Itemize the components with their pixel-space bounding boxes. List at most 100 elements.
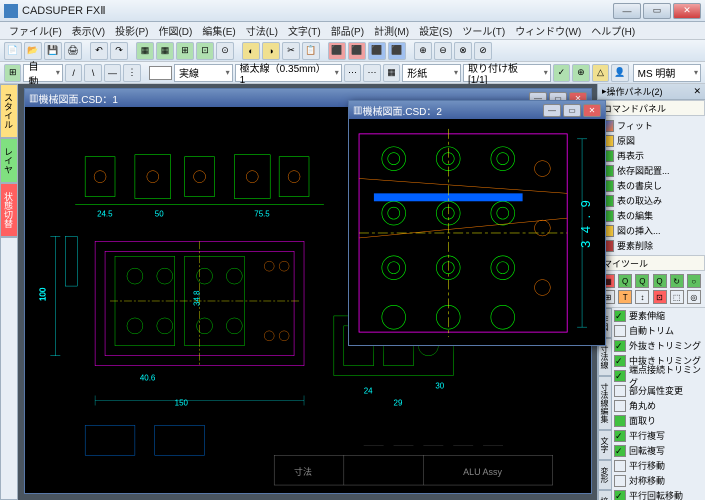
tool-chamfer[interactable]: 面取り [612, 413, 705, 428]
tool-icon[interactable]: ⊡ [196, 42, 214, 60]
cmd-fit[interactable]: フィット [600, 118, 703, 133]
tool-icon[interactable]: ◑ [262, 42, 280, 60]
close-button[interactable]: ✕ [673, 3, 701, 19]
tool-fillet[interactable]: 角丸め [612, 398, 705, 413]
dash-icon[interactable]: ⋯ [344, 64, 361, 82]
tool-rotcopy[interactable]: ✓回転複写 [612, 443, 705, 458]
tool-icon[interactable]: 📋 [302, 42, 320, 60]
grid-tool[interactable]: ⬚ [670, 290, 684, 304]
doc-close-button[interactable]: ✕ [583, 104, 601, 117]
cad-viewport-2[interactable]: 3 4 . 9 [349, 119, 605, 345]
tool-icon[interactable]: — [104, 64, 121, 82]
cmd-original[interactable]: 原図 [600, 133, 703, 148]
grid-tool[interactable]: ○ [687, 274, 701, 288]
tool-icon[interactable]: ⊗ [454, 42, 472, 60]
tool-icon[interactable]: ⋮ [123, 64, 140, 82]
new-icon[interactable]: 📄 [4, 42, 22, 60]
tool-icon[interactable]: ⊕ [414, 42, 432, 60]
sidetab-other[interactable] [0, 237, 18, 500]
tool-parcopy[interactable]: ✓平行複写 [612, 428, 705, 443]
grid-tool[interactable]: ↕ [635, 290, 649, 304]
minimize-button[interactable]: — [613, 3, 641, 19]
tool-icon[interactable]: ◐ [242, 42, 260, 60]
tool-outtrim[interactable]: ✓外抜きトリミング [612, 338, 705, 353]
menu-window[interactable]: ウィンドウ(W) [510, 23, 586, 38]
cmd-redraw[interactable]: 再表示 [600, 148, 703, 163]
menu-file[interactable]: ファイル(F) [4, 23, 67, 38]
menu-settings[interactable]: 設定(S) [414, 23, 457, 38]
color-swatch[interactable] [149, 66, 172, 80]
grid-tool[interactable]: Q [635, 274, 649, 288]
redo-icon[interactable]: ↷ [110, 42, 128, 60]
tool-endtrim[interactable]: ✓端点接続トリミング [612, 368, 705, 383]
cat-transform[interactable]: 変形 [598, 460, 612, 490]
grid-tool[interactable]: ⊡ [653, 290, 667, 304]
tool-autotrim[interactable]: 自動トリム [612, 323, 705, 338]
grid-tool[interactable]: ◎ [687, 290, 701, 304]
undo-icon[interactable]: ↶ [90, 42, 108, 60]
print-icon[interactable]: 🖨 [64, 42, 82, 60]
auto-select[interactable]: 自動 [23, 64, 62, 82]
cmd-delete[interactable]: 要素削除 [600, 238, 703, 253]
grid-tool[interactable]: ↻ [670, 274, 684, 288]
tool-icon[interactable]: ✓ [553, 64, 570, 82]
dash-icon[interactable]: ⋯ [363, 64, 380, 82]
tool-icon[interactable]: ✂ [282, 42, 300, 60]
mode-icon[interactable]: ⊞ [4, 64, 21, 82]
doc-min-button[interactable]: — [543, 104, 561, 117]
menu-projection[interactable]: 投影(P) [110, 23, 153, 38]
tool-icon[interactable]: ▦ [156, 42, 174, 60]
tool-icon[interactable]: ⊙ [216, 42, 234, 60]
sidetab-style[interactable]: スタイル [0, 84, 18, 138]
tool-icon[interactable]: ⊕ [572, 64, 589, 82]
tool-icon[interactable]: ⬛ [328, 42, 346, 60]
tool-icon[interactable]: △ [592, 64, 609, 82]
menu-help[interactable]: ヘルプ(H) [586, 23, 640, 38]
lineweight-select[interactable]: 極太線（0.35mm）1 [235, 64, 342, 82]
frame-select[interactable]: 取り付け板 [1/1] [463, 64, 551, 82]
panel-tab-mytool[interactable]: マイツール [598, 255, 705, 271]
cat-dimedit[interactable]: 寸法線編集 [598, 376, 612, 430]
doc-max-button[interactable]: ▭ [563, 104, 581, 117]
linetype-select[interactable]: 実線 [174, 64, 233, 82]
font-select[interactable]: MS 明朝 [633, 64, 701, 82]
tool-extend[interactable]: ✓要素伸縮 [612, 308, 705, 323]
pattern-select[interactable]: 形紙 [402, 64, 461, 82]
grid-tool[interactable]: Q [653, 274, 667, 288]
menu-tools[interactable]: ツール(T) [457, 23, 510, 38]
tool-parmove[interactable]: 平行移動 [612, 458, 705, 473]
tool-icon[interactable]: ⊘ [474, 42, 492, 60]
cat-text[interactable]: 文字 [598, 430, 612, 460]
sidetab-state[interactable]: 状態切替 [0, 183, 18, 237]
grid-tool[interactable]: T [618, 290, 632, 304]
tool-icon[interactable]: ⊖ [434, 42, 452, 60]
tool-icon[interactable]: ⬛ [348, 42, 366, 60]
tool-icon[interactable]: \ [84, 64, 101, 82]
menu-draw[interactable]: 作図(D) [153, 23, 197, 38]
menu-parts[interactable]: 部品(P) [326, 23, 369, 38]
cmd-writeback[interactable]: 表の書戻し [600, 178, 703, 193]
tool-icon[interactable]: ⊞ [176, 42, 194, 60]
cmd-import[interactable]: 表の取込み [600, 193, 703, 208]
menu-measure[interactable]: 計測(M) [369, 23, 414, 38]
tool-icon[interactable]: 👤 [611, 64, 628, 82]
tool-mirror[interactable]: 対称移動 [612, 473, 705, 488]
menu-edit[interactable]: 編集(E) [197, 23, 240, 38]
cmd-insert[interactable]: 図の挿入... [600, 223, 703, 238]
grid-icon[interactable]: ▦ [383, 64, 400, 82]
tool-icon[interactable]: ⬛ [368, 42, 386, 60]
tool-parrotmove[interactable]: ✓平行回転移動 [612, 488, 705, 500]
tool-icon[interactable]: ⬛ [388, 42, 406, 60]
panel-header[interactable]: ▸ 操作パネル(2) ✕ [598, 84, 705, 100]
menu-view[interactable]: 表示(V) [67, 23, 110, 38]
maximize-button[interactable]: ▭ [643, 3, 671, 19]
tool-icon[interactable]: ▦ [136, 42, 154, 60]
grid-tool[interactable]: Q [618, 274, 632, 288]
tool-icon[interactable]: / [65, 64, 82, 82]
sidetab-layer[interactable]: レイヤ [0, 138, 18, 183]
menu-dimension[interactable]: 寸法(L) [241, 23, 283, 38]
panel-tab-command[interactable]: コマンドパネル [598, 100, 705, 116]
cmd-edit-table[interactable]: 表の編集 [600, 208, 703, 223]
menu-text[interactable]: 文字(T) [283, 23, 326, 38]
cmd-depend[interactable]: 依存図配置... [600, 163, 703, 178]
